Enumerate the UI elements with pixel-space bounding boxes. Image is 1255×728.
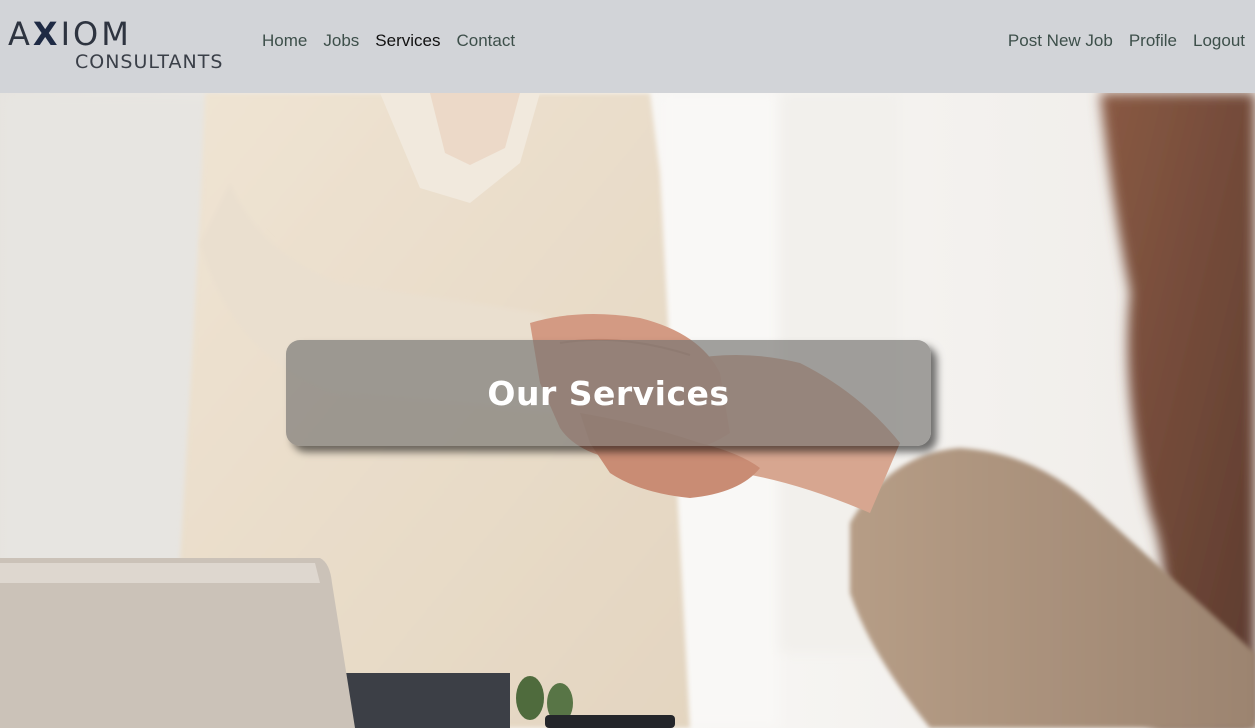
nav-post-new-job-link[interactable]: Post New Job: [1008, 30, 1113, 52]
top-navbar: AXIOM CONSULTANTS Home Jobs Services Con…: [0, 0, 1255, 93]
nav-home-link[interactable]: Home: [262, 30, 307, 52]
nav-contact-link[interactable]: Contact: [456, 30, 515, 52]
logo-subtitle: CONSULTANTS: [75, 51, 224, 73]
logo-a: A: [8, 15, 33, 53]
logo-wordmark: AXIOM: [8, 14, 132, 54]
logo-iom: IOM: [60, 15, 132, 53]
account-nav: Post New Job Profile Logout: [1008, 30, 1245, 52]
nav-services-link[interactable]: Services: [375, 30, 440, 52]
nav-jobs-link[interactable]: Jobs: [323, 30, 359, 52]
nav-profile-link[interactable]: Profile: [1129, 30, 1177, 52]
primary-nav: Home Jobs Services Contact: [262, 30, 515, 52]
logo-x: X: [32, 15, 61, 53]
hero-title-card: Our Services: [286, 340, 931, 446]
axiom-consultants-logo[interactable]: AXIOM CONSULTANTS: [8, 14, 230, 74]
nav-logout-link[interactable]: Logout: [1193, 30, 1245, 52]
services-hero: Our Services: [0, 93, 1255, 728]
hero-title: Our Services: [487, 373, 730, 413]
